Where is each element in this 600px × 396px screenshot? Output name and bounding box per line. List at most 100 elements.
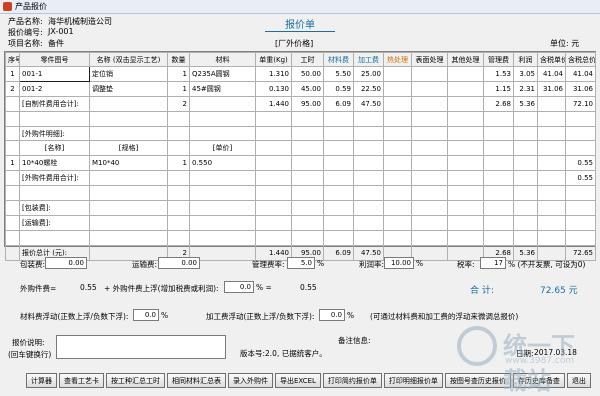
table-cell[interactable] bbox=[565, 200, 596, 216]
column-header[interactable]: 管理费 bbox=[483, 52, 514, 67]
table-cell[interactable] bbox=[189, 185, 256, 202]
table-cell[interactable] bbox=[291, 185, 324, 202]
table-cell[interactable] bbox=[353, 214, 384, 231]
table-cell[interactable]: 47.50 bbox=[353, 244, 384, 261]
table-cell[interactable] bbox=[291, 200, 324, 216]
table-cell[interactable] bbox=[323, 140, 354, 157]
table-cell[interactable] bbox=[411, 170, 448, 187]
table-cell[interactable] bbox=[383, 110, 412, 127]
table-cell[interactable] bbox=[537, 140, 566, 157]
table-cell[interactable] bbox=[537, 185, 566, 202]
table-cell[interactable]: 5.36 bbox=[513, 244, 538, 261]
table-cell[interactable] bbox=[411, 185, 448, 202]
table-cell[interactable] bbox=[353, 185, 384, 202]
table-cell[interactable] bbox=[447, 125, 484, 142]
table-cell[interactable]: 31.06 bbox=[537, 80, 566, 97]
table-cell[interactable] bbox=[291, 229, 324, 246]
table-cell[interactable] bbox=[255, 155, 292, 172]
table-cell[interactable] bbox=[255, 229, 292, 246]
table-cell[interactable] bbox=[513, 170, 538, 187]
packing-input[interactable]: 0.00 bbox=[45, 257, 87, 269]
table-cell[interactable] bbox=[383, 140, 412, 157]
table-cell[interactable]: [外购件费用合计]: bbox=[19, 170, 90, 187]
hours-by-trade-button[interactable]: 按工种汇总工时 bbox=[106, 373, 165, 388]
table-cell[interactable]: Q235A圆钢 bbox=[189, 66, 256, 82]
table-cell[interactable] bbox=[383, 185, 412, 202]
column-header[interactable]: 单重(Kg) bbox=[255, 52, 292, 67]
table-cell[interactable] bbox=[189, 214, 256, 231]
table-row[interactable]: [包装费]: bbox=[5, 200, 596, 216]
table-cell[interactable] bbox=[483, 214, 514, 231]
table-cell[interactable] bbox=[167, 214, 190, 231]
table-cell[interactable] bbox=[537, 95, 566, 112]
table-cell[interactable] bbox=[89, 170, 168, 187]
description-textarea[interactable] bbox=[56, 335, 226, 359]
table-cell[interactable]: 0.55 bbox=[565, 170, 596, 187]
table-cell[interactable] bbox=[383, 214, 412, 231]
table-cell[interactable] bbox=[353, 155, 384, 172]
table-cell[interactable]: 1.310 bbox=[255, 66, 292, 82]
table-row[interactable] bbox=[5, 229, 596, 246]
column-header[interactable]: 含税单价 bbox=[537, 52, 566, 67]
table-cell[interactable] bbox=[353, 170, 384, 187]
table-cell[interactable] bbox=[5, 170, 20, 187]
table-cell[interactable]: 1 bbox=[5, 155, 20, 172]
table-cell[interactable] bbox=[411, 200, 448, 216]
process-float-input[interactable]: 0.0 bbox=[319, 309, 345, 321]
table-cell[interactable] bbox=[537, 155, 566, 172]
table-cell[interactable] bbox=[565, 214, 596, 231]
table-cell[interactable] bbox=[383, 155, 412, 172]
mgmt-rate-input[interactable]: 5.0 bbox=[287, 257, 315, 269]
table-cell[interactable]: [运输费]: bbox=[19, 214, 90, 231]
table-cell[interactable] bbox=[189, 200, 256, 216]
print-simple-quote-button[interactable]: 打印简约报价单 bbox=[322, 373, 382, 388]
table-cell[interactable] bbox=[447, 170, 484, 187]
column-header[interactable]: 工时 bbox=[291, 52, 324, 67]
table-cell[interactable]: 2.31 bbox=[513, 80, 538, 97]
table-row[interactable] bbox=[5, 110, 596, 127]
table-row[interactable]: [名称] [规格] [单价] bbox=[5, 140, 596, 157]
outsource-float-input[interactable]: 0.0 bbox=[224, 281, 254, 293]
table-cell[interactable] bbox=[189, 95, 256, 112]
table-cell[interactable] bbox=[483, 185, 514, 202]
table-cell[interactable] bbox=[323, 185, 354, 202]
table-cell[interactable]: 2.68 bbox=[483, 95, 514, 112]
column-header[interactable]: 表面处理 bbox=[411, 52, 448, 67]
table-cell[interactable]: 95.00 bbox=[291, 95, 324, 112]
table-cell[interactable]: [名称] bbox=[19, 140, 90, 157]
table-cell[interactable] bbox=[5, 214, 20, 231]
table-cell[interactable] bbox=[411, 155, 448, 172]
table-cell[interactable]: [外购件明细]: bbox=[19, 125, 90, 142]
table-cell[interactable] bbox=[89, 95, 168, 112]
table-cell[interactable]: 22.50 bbox=[353, 80, 384, 97]
table-cell[interactable]: 72.10 bbox=[565, 95, 596, 112]
table-cell[interactable] bbox=[89, 214, 168, 231]
table-row[interactable]: 1 10*40螺栓 M10*40 1 0.550 0.55 bbox=[5, 155, 596, 172]
table-cell[interactable] bbox=[255, 185, 292, 202]
table-cell[interactable]: [规格] bbox=[89, 140, 168, 157]
table-cell[interactable] bbox=[411, 244, 448, 261]
table-cell[interactable] bbox=[483, 200, 514, 216]
table-cell[interactable] bbox=[447, 140, 484, 157]
material-summary-button[interactable]: 相同材料汇总表 bbox=[167, 373, 226, 388]
table-cell[interactable] bbox=[167, 110, 190, 127]
table-cell[interactable] bbox=[565, 125, 596, 142]
table-cell[interactable] bbox=[411, 80, 448, 97]
table-cell[interactable] bbox=[19, 110, 90, 127]
table-cell[interactable] bbox=[513, 214, 538, 231]
table-cell[interactable] bbox=[323, 170, 354, 187]
table-cell[interactable]: 5.50 bbox=[323, 66, 354, 82]
table-cell[interactable]: 1 bbox=[167, 66, 190, 82]
table-cell[interactable]: 45#圆钢 bbox=[189, 80, 256, 97]
table-cell[interactable] bbox=[447, 244, 484, 261]
table-cell[interactable]: 001-2 bbox=[19, 80, 90, 97]
table-cell[interactable]: 3.05 bbox=[513, 66, 538, 82]
table-cell[interactable]: 2 bbox=[167, 95, 190, 112]
table-cell[interactable] bbox=[411, 125, 448, 142]
table-cell[interactable] bbox=[323, 214, 354, 231]
view-process-card-button[interactable]: 查看工艺卡 bbox=[59, 373, 104, 388]
table-cell[interactable] bbox=[89, 125, 168, 142]
table-cell[interactable] bbox=[411, 95, 448, 112]
table-cell[interactable] bbox=[411, 214, 448, 231]
table-cell[interactable] bbox=[89, 244, 168, 261]
